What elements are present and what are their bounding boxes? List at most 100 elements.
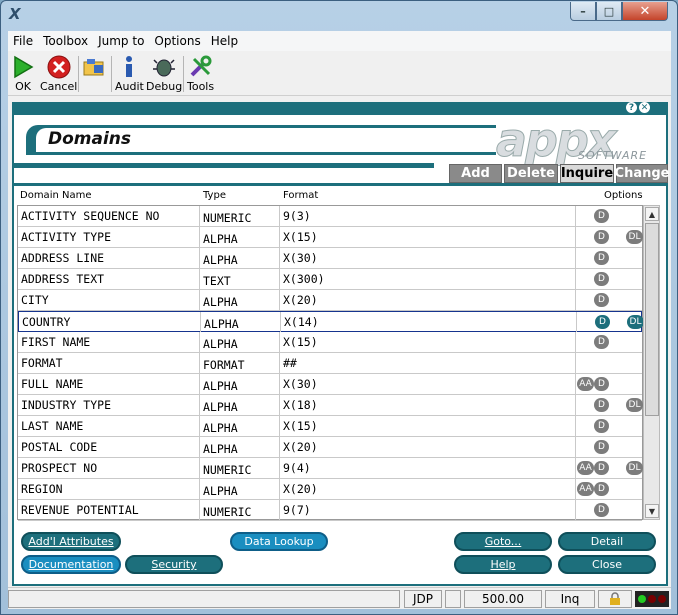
option-badge-d[interactable]: D xyxy=(594,335,609,349)
domain-name-cell: FULL NAME xyxy=(18,374,200,394)
domain-list-area: Domain Name Type Format Options ACTIVITY… xyxy=(14,186,666,584)
domain-options-cell xyxy=(576,353,642,373)
close-button[interactable]: Close xyxy=(558,555,656,574)
option-badge-d[interactable]: D xyxy=(594,398,609,412)
option-badge-dl[interactable]: DL xyxy=(626,398,643,412)
status-lights xyxy=(635,591,669,607)
domain-name-cell: ADDRESS TEXT xyxy=(18,269,200,289)
option-badge-dl[interactable]: DL xyxy=(627,315,644,329)
domain-type-cell: ALPHA xyxy=(200,479,280,499)
option-badge-d[interactable]: D xyxy=(594,482,609,496)
option-badge-dl[interactable]: DL xyxy=(626,230,643,244)
cancel-button[interactable]: Cancel xyxy=(40,54,77,93)
option-badge-d[interactable]: D xyxy=(594,230,609,244)
help-button[interactable]: Help xyxy=(454,555,552,574)
option-badge-aa[interactable]: AA xyxy=(577,461,594,475)
scroll-thumb[interactable] xyxy=(645,223,659,416)
domain-format-cell: X(15) xyxy=(280,227,576,247)
tools-button[interactable]: Tools xyxy=(187,54,214,93)
table-row[interactable]: FIRST NAME ALPHA X(15) D xyxy=(18,332,642,353)
domain-type-cell: ALPHA xyxy=(200,374,280,394)
minimize-button[interactable]: – xyxy=(570,2,596,21)
close-window-button[interactable]: ✕ xyxy=(622,2,668,21)
help-label: Help xyxy=(490,558,516,571)
table-row[interactable]: POSTAL CODE ALPHA X(20) D xyxy=(18,437,642,458)
option-badge-d[interactable]: D xyxy=(594,419,609,433)
option-badge-aa[interactable]: AA xyxy=(577,482,594,496)
panel-help-button[interactable]: ? xyxy=(626,102,637,113)
table-row[interactable]: COUNTRY ALPHA X(14) D DL xyxy=(18,311,644,332)
option-badge-d[interactable]: D xyxy=(594,272,609,286)
domain-name-cell: FORMAT xyxy=(18,353,200,373)
goto-button[interactable]: Goto... xyxy=(454,532,552,551)
tools-icon xyxy=(188,54,214,80)
option-badge-d[interactable]: D xyxy=(594,251,609,265)
domain-name-cell: POSTAL CODE xyxy=(18,437,200,457)
panel-close-button[interactable]: ✕ xyxy=(639,102,650,113)
option-badge-aa[interactable]: AA xyxy=(577,377,594,391)
domain-name-cell: REGION xyxy=(18,479,200,499)
mode-change-button[interactable]: Change xyxy=(615,164,669,183)
option-badge-d[interactable]: D xyxy=(594,293,609,307)
debug-label: Debug xyxy=(146,80,183,93)
status-blank xyxy=(445,590,461,608)
option-badge-d[interactable]: D xyxy=(594,209,609,223)
addl-attributes-button[interactable]: Add'l Attributes xyxy=(21,532,121,551)
table-row[interactable]: ACTIVITY TYPE ALPHA X(15) D DL xyxy=(18,227,643,248)
domain-options-cell: AA D DL xyxy=(576,458,643,478)
table-row[interactable]: PROSPECT NO NUMERIC 9(4) AA D DL xyxy=(18,458,643,479)
domain-type-cell: FORMAT xyxy=(200,353,280,373)
table-row[interactable]: FULL NAME ALPHA X(30) AA D xyxy=(18,374,642,395)
option-badge-d[interactable]: D xyxy=(594,440,609,454)
vertical-scrollbar[interactable]: ▲ ▼ xyxy=(643,205,660,520)
menu-toolbox[interactable]: Toolbox xyxy=(38,34,93,48)
option-badge-dl[interactable]: DL xyxy=(626,461,643,475)
domain-table: ACTIVITY SEQUENCE NO NUMERIC 9(3) D ACTIVITY… xyxy=(17,205,644,521)
debug-button[interactable]: Debug xyxy=(146,54,182,93)
domain-name-cell: LAST NAME xyxy=(18,416,200,436)
security-button[interactable]: Security xyxy=(125,555,223,574)
logo-subtext: SOFTWARE xyxy=(578,149,648,162)
domain-format-cell: ## xyxy=(280,353,576,373)
green-light-icon xyxy=(638,595,646,603)
title-bar[interactable]: X – □ ✕ xyxy=(1,1,677,31)
folder-button[interactable] xyxy=(81,54,107,80)
play-icon xyxy=(10,54,36,80)
audit-button[interactable]: Audit xyxy=(115,54,144,93)
option-badge-d[interactable]: D xyxy=(594,377,609,391)
toolbar: OK Cancel Audit Debug Tools xyxy=(8,52,671,96)
maximize-button[interactable]: □ xyxy=(596,2,622,21)
status-bar: JDP 500.00 Inq xyxy=(8,587,671,609)
table-row[interactable]: REGION ALPHA X(20) AA D xyxy=(18,479,642,500)
detail-button[interactable]: Detail xyxy=(558,532,656,551)
menu-jump-to[interactable]: Jump to xyxy=(93,34,149,48)
domain-options-cell: D xyxy=(576,332,642,352)
mode-add-button[interactable]: Add xyxy=(449,164,502,183)
status-user: JDP xyxy=(404,590,442,608)
table-row[interactable]: REVENUE POTENTIAL NUMERIC 9(7) D xyxy=(18,500,642,521)
menu-options[interactable]: Options xyxy=(149,34,205,48)
mode-delete-button[interactable]: Delete xyxy=(504,164,558,183)
menu-help[interactable]: Help xyxy=(206,34,243,48)
table-row[interactable]: ADDRESS TEXT TEXT X(300) D xyxy=(18,269,642,290)
table-row[interactable]: CITY ALPHA X(20) D xyxy=(18,290,642,311)
appx-icon: X xyxy=(9,5,21,23)
tools-label: Tools xyxy=(187,80,215,93)
scroll-down-icon[interactable]: ▼ xyxy=(645,504,659,518)
data-lookup-button[interactable]: Data Lookup xyxy=(230,532,328,551)
status-mode: Inq xyxy=(545,590,595,608)
scroll-up-icon[interactable]: ▲ xyxy=(645,207,659,221)
ok-button[interactable]: OK xyxy=(10,54,36,93)
option-badge-d[interactable]: D xyxy=(595,315,610,329)
documentation-button[interactable]: Documentation xyxy=(21,555,121,574)
cancel-label: Cancel xyxy=(40,80,78,93)
option-badge-d[interactable]: D xyxy=(594,461,609,475)
mode-inquire-button[interactable]: Inquire xyxy=(560,164,614,183)
table-row[interactable]: INDUSTRY TYPE ALPHA X(18) D DL xyxy=(18,395,643,416)
table-row[interactable]: LAST NAME ALPHA X(15) D xyxy=(18,416,642,437)
table-row[interactable]: FORMAT FORMAT ## xyxy=(18,353,642,374)
option-badge-d[interactable]: D xyxy=(594,503,609,517)
table-row[interactable]: ACTIVITY SEQUENCE NO NUMERIC 9(3) D xyxy=(18,206,642,227)
menu-file[interactable]: File xyxy=(8,34,38,48)
table-row[interactable]: ADDRESS LINE ALPHA X(30) D xyxy=(18,248,642,269)
